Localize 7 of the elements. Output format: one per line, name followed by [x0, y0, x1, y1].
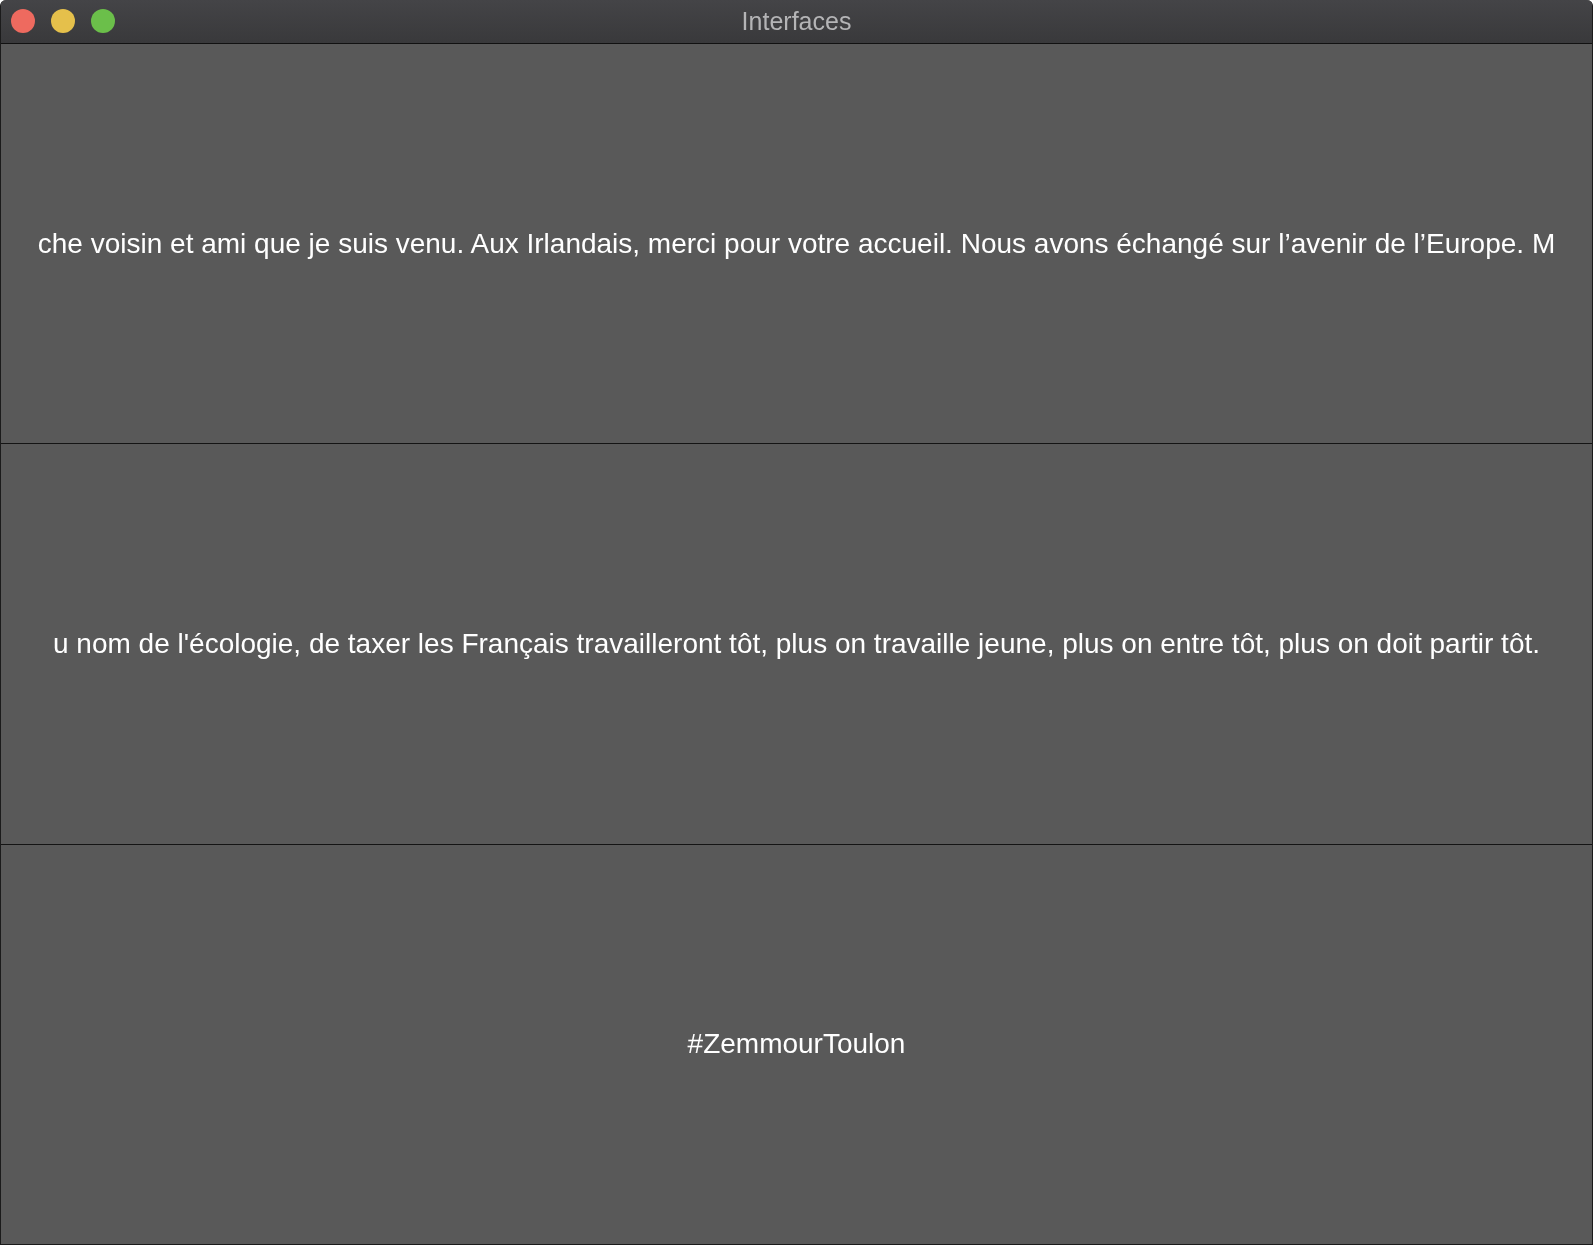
post-text: che voisin et ami que je suis venu. Aux Irlandais, merci pour votre accueil. Nous avons échangé sur l’avenir de l’Europe. M — [37, 227, 1556, 260]
close-button[interactable] — [11, 9, 35, 33]
maximize-button[interactable] — [91, 9, 115, 33]
post-text: #ZemmourToulon — [687, 1028, 906, 1061]
post-text: u nom de l'écologie, de taxer les Français travailleront tôt, plus on travaille jeune, plus on entre tôt, plus on doit partir tôt. — [52, 628, 1541, 660]
window-title: Interfaces — [741, 7, 852, 36]
minimize-button[interactable] — [51, 9, 75, 33]
